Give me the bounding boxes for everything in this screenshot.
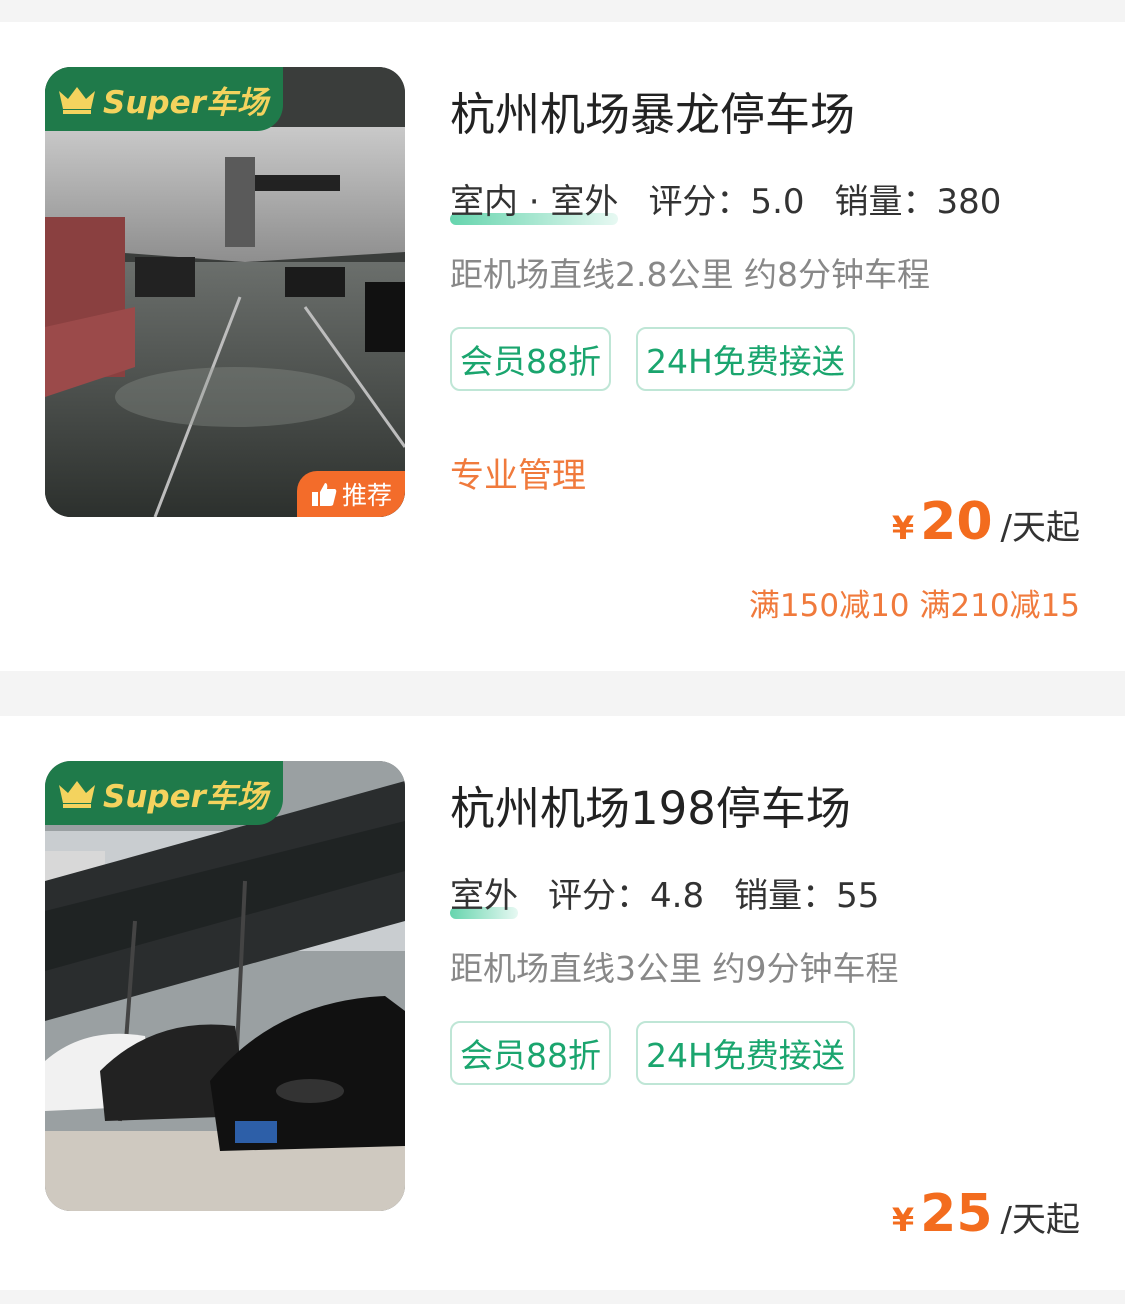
recommend-label: 推荐: [341, 481, 392, 510]
parking-lot-photo[interactable]: Super车场: [45, 761, 405, 1211]
parking-lot-photo[interactable]: Super车场 推荐: [45, 67, 405, 517]
lot-sales: 销量：380: [834, 182, 1002, 222]
parking-lot-card[interactable]: Super车场 杭州机场198停车场 室外 评分：4.8 销量：55 距机场直线…: [0, 716, 1125, 1290]
underground-garage-image: [45, 67, 405, 517]
lot-name[interactable]: 杭州机场198停车场: [450, 772, 851, 837]
super-lot-badge: Super车场: [45, 761, 283, 825]
recommend-badge: 推荐: [297, 471, 405, 517]
lot-meta: 室外 评分：4.8 销量：55: [450, 868, 909, 919]
super-brand-text: Super车场: [103, 84, 268, 121]
price-value: 20: [920, 492, 993, 552]
super-lot-badge: Super车场: [45, 67, 283, 131]
member-discount-tag: 会员88折: [450, 327, 611, 391]
lot-rating: 评分：5.0: [648, 182, 805, 222]
lot-tags: 会员88折 24H免费接送: [450, 1021, 880, 1085]
lot-name[interactable]: 杭州机场暴龙停车场: [450, 78, 855, 143]
currency-symbol: ¥: [891, 1201, 915, 1239]
shuttle-tag: 24H免费接送: [636, 1021, 855, 1085]
crown-icon: [59, 87, 95, 114]
lot-price: ¥ 25 /天起: [892, 1184, 1080, 1244]
lot-type: 室外: [450, 868, 518, 919]
parking-lot-list: Super车场 推荐 杭州机场暴龙停车场 室内 · 室外 评分：5.0 销量：3…: [0, 0, 1125, 1304]
lot-meta: 室内 · 室外 评分：5.0 销量：380: [450, 174, 1031, 225]
price-unit: /天起: [1000, 508, 1080, 548]
currency-symbol: ¥: [891, 509, 915, 547]
crown-icon: [59, 781, 95, 808]
shuttle-tag: 24H免费接送: [636, 327, 855, 391]
lot-tags: 会员88折 24H免费接送: [450, 327, 880, 391]
lot-type: 室内 · 室外: [450, 174, 619, 225]
super-brand-text: Super车场: [103, 778, 268, 815]
lot-distance: 距机场直线3公里 约9分钟车程: [450, 949, 899, 988]
lot-price: ¥ 20 /天起: [892, 492, 1080, 552]
lot-promo: 满150减10 满210减15: [748, 588, 1080, 624]
member-discount-tag: 会员88折: [450, 1021, 611, 1085]
price-value: 25: [920, 1184, 993, 1244]
outdoor-lot-image: [45, 761, 405, 1211]
lot-distance: 距机场直线2.8公里 约8分钟车程: [450, 255, 930, 294]
lot-feature: 专业管理: [450, 456, 586, 496]
thumbs-up-icon: [311, 483, 337, 506]
parking-lot-card[interactable]: Super车场 推荐 杭州机场暴龙停车场 室内 · 室外 评分：5.0 销量：3…: [0, 22, 1125, 671]
lot-sales: 销量：55: [734, 876, 880, 916]
price-unit: /天起: [1000, 1200, 1080, 1240]
lot-rating: 评分：4.8: [548, 876, 705, 916]
